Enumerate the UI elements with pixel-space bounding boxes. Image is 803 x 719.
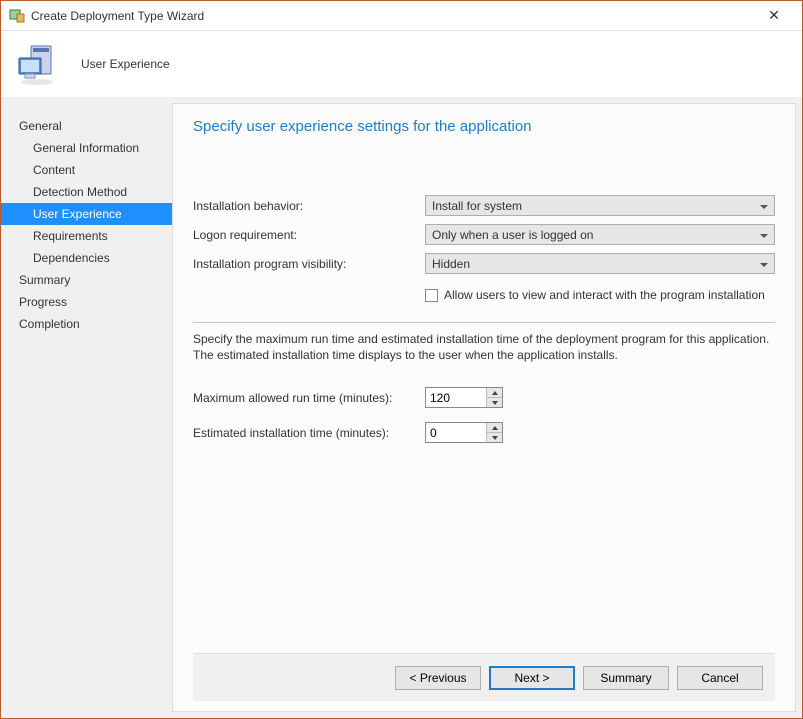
titlebar: Create Deployment Type Wizard ✕: [1, 1, 802, 31]
install-behavior-select[interactable]: Install for system: [425, 195, 775, 216]
est-time-label: Estimated installation time (minutes):: [193, 426, 425, 440]
nav-content[interactable]: Content: [1, 159, 172, 181]
nav-general[interactable]: General: [1, 115, 172, 137]
allow-interact-checkbox[interactable]: [425, 289, 438, 302]
est-time-down-button[interactable]: [487, 433, 502, 442]
logon-requirement-label: Logon requirement:: [193, 228, 425, 242]
chevron-up-icon: [492, 391, 498, 395]
previous-button[interactable]: < Previous: [395, 666, 481, 690]
row-visibility: Installation program visibility: Hidden: [193, 253, 775, 274]
visibility-value: Hidden: [432, 257, 470, 271]
page-title: User Experience: [81, 57, 170, 71]
max-runtime-up-button[interactable]: [487, 388, 502, 398]
summary-button[interactable]: Summary: [583, 666, 669, 690]
visibility-label: Installation program visibility:: [193, 257, 425, 271]
allow-interact-label: Allow users to view and interact with th…: [444, 288, 765, 302]
max-runtime-input[interactable]: [426, 388, 486, 407]
install-behavior-label: Installation behavior:: [193, 199, 425, 213]
nav-user-experience[interactable]: User Experience: [1, 203, 172, 225]
install-behavior-value: Install for system: [432, 199, 522, 213]
nav-requirements[interactable]: Requirements: [1, 225, 172, 247]
main-heading: Specify user experience settings for the…: [193, 118, 775, 135]
row-max-runtime: Maximum allowed run time (minutes):: [193, 387, 775, 408]
row-logon-requirement: Logon requirement: Only when a user is l…: [193, 224, 775, 245]
wizard-footer: < Previous Next > Summary Cancel: [193, 653, 775, 701]
wizard-window: Create Deployment Type Wizard ✕ User Exp…: [0, 0, 803, 719]
row-allow-interact: Allow users to view and interact with th…: [425, 288, 775, 302]
nav-dependencies[interactable]: Dependencies: [1, 247, 172, 269]
computer-icon: [17, 40, 65, 88]
logon-requirement-select[interactable]: Only when a user is logged on: [425, 224, 775, 245]
row-install-behavior: Installation behavior: Install for syste…: [193, 195, 775, 216]
wizard-header: User Experience: [1, 31, 802, 97]
divider: [193, 322, 775, 323]
nav-completion[interactable]: Completion: [1, 313, 172, 335]
visibility-select[interactable]: Hidden: [425, 253, 775, 274]
close-icon[interactable]: ✕: [754, 7, 794, 24]
cancel-button[interactable]: Cancel: [677, 666, 763, 690]
max-runtime-spinner: [425, 387, 503, 408]
nav-summary[interactable]: Summary: [1, 269, 172, 291]
logon-requirement-value: Only when a user is logged on: [432, 228, 593, 242]
app-icon: [9, 8, 25, 24]
next-button[interactable]: Next >: [489, 666, 575, 690]
est-time-up-button[interactable]: [487, 423, 502, 433]
est-time-spinner: [425, 422, 503, 443]
wizard-body: General General Information Content Dete…: [1, 97, 802, 718]
max-runtime-label: Maximum allowed run time (minutes):: [193, 391, 425, 405]
window-title: Create Deployment Type Wizard: [31, 9, 754, 23]
wizard-main: Specify user experience settings for the…: [172, 103, 796, 712]
runtime-description: Specify the maximum run time and estimat…: [193, 331, 775, 363]
nav-detection-method[interactable]: Detection Method: [1, 181, 172, 203]
chevron-up-icon: [492, 426, 498, 430]
nav-general-information[interactable]: General Information: [1, 137, 172, 159]
chevron-down-icon: [492, 401, 498, 405]
max-runtime-down-button[interactable]: [487, 398, 502, 407]
wizard-sidebar: General General Information Content Dete…: [1, 97, 172, 718]
chevron-down-icon: [492, 436, 498, 440]
row-est-time: Estimated installation time (minutes):: [193, 422, 775, 443]
est-time-input[interactable]: [426, 423, 486, 442]
nav-progress[interactable]: Progress: [1, 291, 172, 313]
